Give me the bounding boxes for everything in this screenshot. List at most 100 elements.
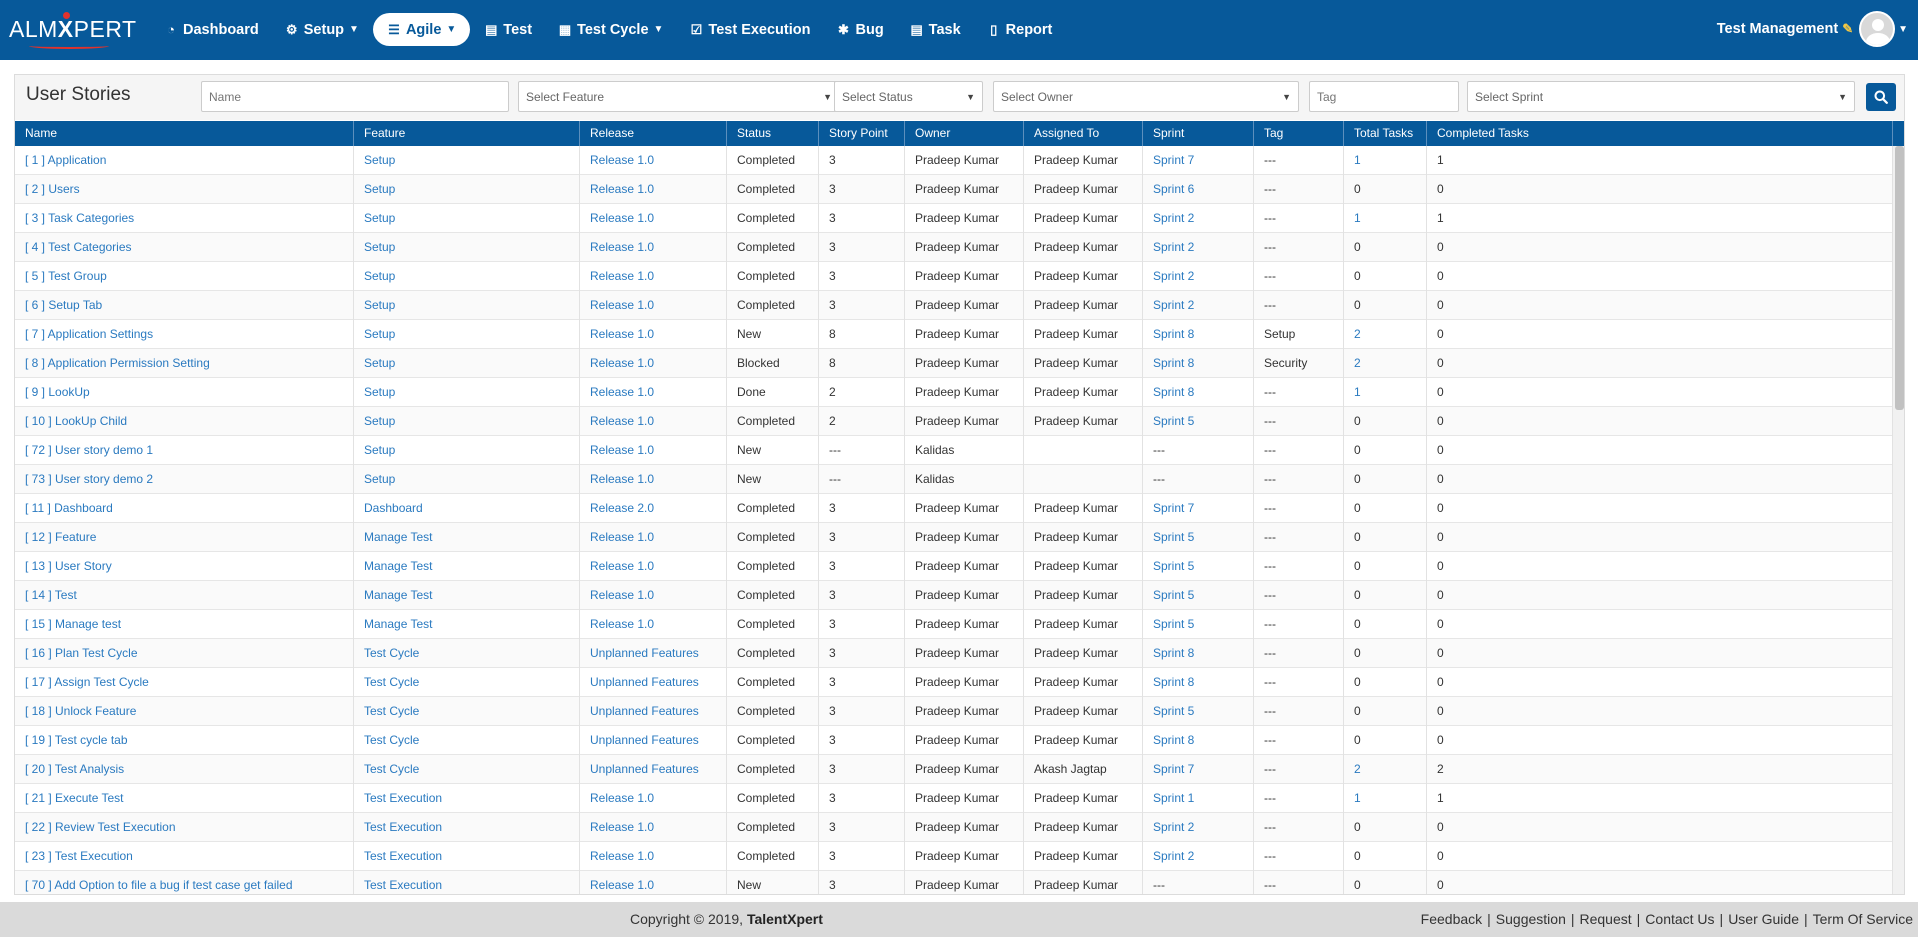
name-filter-field[interactable] — [201, 81, 509, 112]
cell-sprint[interactable]: Sprint 7 — [1143, 755, 1254, 784]
tag-filter-input[interactable] — [1317, 89, 1451, 104]
cell-feature[interactable]: Setup — [354, 204, 580, 233]
cell-total-tasks[interactable]: 2 — [1344, 320, 1427, 349]
table-scrollbar[interactable] — [1893, 146, 1904, 894]
cell-release[interactable]: Release 1.0 — [580, 813, 727, 842]
column-header-sprint[interactable]: Sprint — [1143, 121, 1254, 146]
almxpert-logo[interactable]: ALM X PERT — [9, 12, 137, 49]
cell-release[interactable]: Release 1.0 — [580, 233, 727, 262]
cell-feature[interactable]: Test Cycle — [354, 697, 580, 726]
cell-sprint[interactable]: Sprint 8 — [1143, 378, 1254, 407]
cell-release[interactable]: Release 1.0 — [580, 204, 727, 233]
cell-name[interactable]: [ 8 ] Application Permission Setting — [15, 349, 354, 378]
cell-sprint[interactable]: Sprint 5 — [1143, 697, 1254, 726]
cell-release[interactable]: Release 1.0 — [580, 610, 727, 639]
cell-release[interactable]: Release 1.0 — [580, 465, 727, 494]
nav-item-bug[interactable]: ✱ Bug — [824, 13, 895, 46]
cell-feature[interactable]: Manage Test — [354, 552, 580, 581]
cell-release[interactable]: Release 1.0 — [580, 146, 727, 175]
name-filter-input[interactable] — [209, 89, 501, 104]
sprint-select[interactable]: Select Sprint ▼ — [1467, 81, 1855, 112]
cell-sprint[interactable]: Sprint 5 — [1143, 407, 1254, 436]
cell-total-tasks[interactable]: 2 — [1344, 755, 1427, 784]
cell-feature[interactable]: Test Cycle — [354, 755, 580, 784]
cell-feature[interactable]: Setup — [354, 262, 580, 291]
nav-item-test-cycle[interactable]: ▦ Test Cycle ▼ — [546, 13, 675, 46]
footer-link-contact-us[interactable]: Contact Us — [1645, 911, 1714, 927]
cell-sprint[interactable]: Sprint 1 — [1143, 784, 1254, 813]
footer-link-request[interactable]: Request — [1580, 911, 1632, 927]
cell-name[interactable]: [ 14 ] Test — [15, 581, 354, 610]
column-header-completed-tasks[interactable]: Completed Tasks — [1427, 121, 1893, 146]
column-header-owner[interactable]: Owner — [905, 121, 1024, 146]
cell-release[interactable]: Release 1.0 — [580, 291, 727, 320]
cell-name[interactable]: [ 4 ] Test Categories — [15, 233, 354, 262]
cell-release[interactable]: Release 1.0 — [580, 175, 727, 204]
nav-item-task[interactable]: ▤ Task — [898, 13, 973, 46]
cell-name[interactable]: [ 18 ] Unlock Feature — [15, 697, 354, 726]
cell-feature[interactable]: Manage Test — [354, 581, 580, 610]
cell-feature[interactable]: Test Execution — [354, 842, 580, 871]
column-header-assigned-to[interactable]: Assigned To — [1024, 121, 1143, 146]
status-select[interactable]: Select Status ▼ — [834, 81, 983, 112]
cell-feature[interactable]: Test Cycle — [354, 726, 580, 755]
nav-item-test[interactable]: ▤ Test — [472, 13, 544, 46]
tag-filter-field[interactable] — [1309, 81, 1459, 112]
cell-sprint[interactable]: Sprint 7 — [1143, 494, 1254, 523]
cell-name[interactable]: [ 22 ] Review Test Execution — [15, 813, 354, 842]
cell-feature[interactable]: Setup — [354, 349, 580, 378]
cell-release[interactable]: Release 1.0 — [580, 407, 727, 436]
cell-feature[interactable]: Test Cycle — [354, 639, 580, 668]
cell-feature[interactable]: Setup — [354, 436, 580, 465]
cell-sprint[interactable]: Sprint 7 — [1143, 146, 1254, 175]
cell-name[interactable]: [ 6 ] Setup Tab — [15, 291, 354, 320]
cell-release[interactable]: Unplanned Features — [580, 697, 727, 726]
cell-sprint[interactable]: Sprint 2 — [1143, 842, 1254, 871]
cell-name[interactable]: [ 70 ] Add Option to file a bug if test … — [15, 871, 354, 894]
cell-total-tasks[interactable]: 1 — [1344, 146, 1427, 175]
cell-name[interactable]: [ 16 ] Plan Test Cycle — [15, 639, 354, 668]
cell-release[interactable]: Release 1.0 — [580, 552, 727, 581]
cell-name[interactable]: [ 73 ] User story demo 2 — [15, 465, 354, 494]
nav-item-test-execution[interactable]: ☑ Test Execution — [677, 13, 822, 46]
cell-name[interactable]: [ 5 ] Test Group — [15, 262, 354, 291]
footer-link-term-of-service[interactable]: Term Of Service — [1813, 911, 1913, 927]
cell-release[interactable]: Release 1.0 — [580, 784, 727, 813]
cell-name[interactable]: [ 11 ] Dashboard — [15, 494, 354, 523]
footer-link-user-guide[interactable]: User Guide — [1728, 911, 1799, 927]
footer-link-feedback[interactable]: Feedback — [1421, 911, 1482, 927]
cell-release[interactable]: Unplanned Features — [580, 668, 727, 697]
cell-release[interactable]: Release 1.0 — [580, 262, 727, 291]
cell-feature[interactable]: Manage Test — [354, 610, 580, 639]
cell-total-tasks[interactable]: 1 — [1344, 378, 1427, 407]
cell-name[interactable]: [ 10 ] LookUp Child — [15, 407, 354, 436]
cell-feature[interactable]: Setup — [354, 465, 580, 494]
cell-sprint[interactable]: Sprint 5 — [1143, 610, 1254, 639]
cell-feature[interactable]: Manage Test — [354, 523, 580, 552]
footer-link-suggestion[interactable]: Suggestion — [1496, 911, 1566, 927]
cell-sprint[interactable]: Sprint 8 — [1143, 639, 1254, 668]
cell-sprint[interactable]: Sprint 2 — [1143, 204, 1254, 233]
cell-name[interactable]: [ 15 ] Manage test — [15, 610, 354, 639]
cell-sprint[interactable]: Sprint 8 — [1143, 726, 1254, 755]
cell-feature[interactable]: Setup — [354, 146, 580, 175]
nav-item-report[interactable]: ▯ Report — [975, 13, 1065, 46]
cell-total-tasks[interactable]: 1 — [1344, 204, 1427, 233]
cell-release[interactable]: Unplanned Features — [580, 755, 727, 784]
cell-feature[interactable]: Setup — [354, 291, 580, 320]
cell-release[interactable]: Unplanned Features — [580, 639, 727, 668]
nav-item-dashboard[interactable]: ◔ Dashboard — [152, 13, 271, 46]
nav-item-setup[interactable]: ⚙ Setup ▼ — [273, 13, 371, 46]
search-button[interactable] — [1866, 83, 1896, 111]
cell-feature[interactable]: Dashboard — [354, 494, 580, 523]
cell-feature[interactable]: Setup — [354, 378, 580, 407]
cell-name[interactable]: [ 3 ] Task Categories — [15, 204, 354, 233]
cell-sprint[interactable]: Sprint 2 — [1143, 291, 1254, 320]
cell-sprint[interactable]: Sprint 6 — [1143, 175, 1254, 204]
cell-release[interactable]: Unplanned Features — [580, 726, 727, 755]
cell-name[interactable]: [ 1 ] Application — [15, 146, 354, 175]
cell-sprint[interactable]: Sprint 2 — [1143, 233, 1254, 262]
cell-name[interactable]: [ 12 ] Feature — [15, 523, 354, 552]
nav-item-agile[interactable]: ☰ Agile ▼ — [372, 13, 471, 46]
cell-sprint[interactable]: Sprint 2 — [1143, 813, 1254, 842]
